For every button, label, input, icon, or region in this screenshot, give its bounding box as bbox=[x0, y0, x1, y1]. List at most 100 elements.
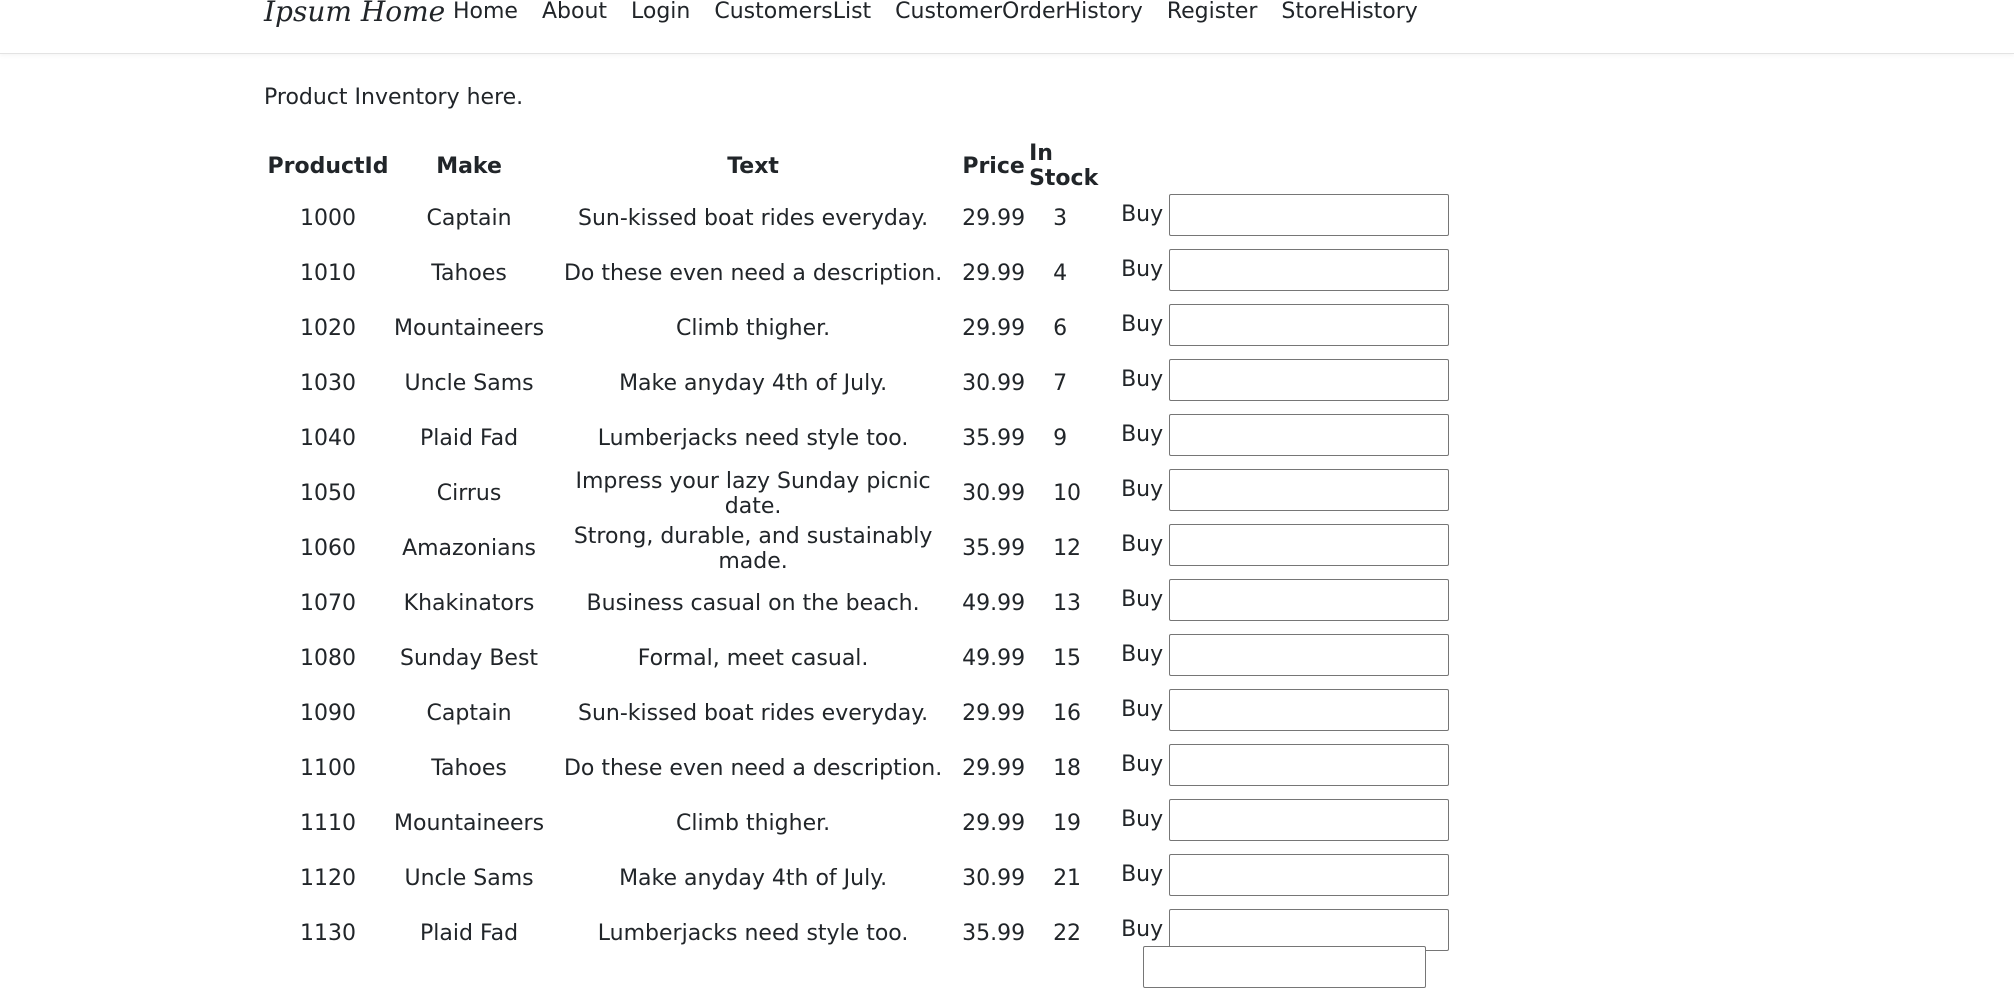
cell-text: Lumberjacks need style too. bbox=[597, 921, 909, 946]
cell-in-stock: 9 bbox=[1053, 426, 1068, 451]
nav-link-store-history[interactable]: StoreHistory bbox=[1269, 0, 1429, 28]
buy-quantity-input[interactable] bbox=[1169, 523, 1450, 566]
table-row: 1050 Cirrus Impress your lazy Sunday picni… bbox=[264, 466, 1451, 521]
cell-make: Mountaineers bbox=[394, 811, 545, 836]
buy-quantity-input[interactable] bbox=[1169, 908, 1450, 951]
cell-product-id: 1030 bbox=[300, 371, 356, 396]
cell-make: Plaid Fad bbox=[420, 426, 519, 451]
cell-buy: Buy bbox=[1119, 741, 1451, 796]
buy-quantity-input[interactable] bbox=[1169, 798, 1450, 841]
cell-in-stock: 21 bbox=[1053, 866, 1082, 891]
cell-make: Tahoes bbox=[431, 261, 507, 286]
cell-in-stock: 19 bbox=[1053, 811, 1082, 836]
cell-text: Lumberjacks need style too. bbox=[597, 426, 909, 451]
table-row: 1060 Amazonians Strong, durable, and susta… bbox=[264, 521, 1451, 576]
buy-label: Buy bbox=[1121, 587, 1164, 612]
cell-text: Sun-kissed boat rides everyday. bbox=[577, 206, 929, 231]
cell-price: 30.99 bbox=[962, 866, 1026, 891]
buy-label: Buy bbox=[1121, 367, 1164, 392]
table-row: 1100 Tahoes Do these even need a descripti… bbox=[264, 741, 1451, 796]
cell-make: Tahoes bbox=[431, 756, 507, 781]
cell-buy: Buy bbox=[1119, 631, 1451, 686]
cell-text: Do these even need a description. bbox=[563, 756, 943, 781]
cell-buy: Buy bbox=[1119, 191, 1451, 246]
cell-price: 49.99 bbox=[962, 591, 1026, 616]
buy-quantity-input[interactable] bbox=[1169, 578, 1450, 621]
nav-link-home[interactable]: Home bbox=[441, 0, 530, 28]
cell-in-stock: 7 bbox=[1053, 371, 1068, 396]
buy-quantity-input[interactable] bbox=[1169, 413, 1450, 456]
nav-link-customers-list[interactable]: CustomersList bbox=[702, 0, 883, 28]
column-header-price: Price bbox=[962, 153, 1025, 179]
buy-quantity-input[interactable] bbox=[1169, 248, 1450, 291]
buy-label: Buy bbox=[1121, 862, 1164, 887]
product-inventory-table: ProductId Make Text Price In Stock 1000 C… bbox=[264, 141, 1451, 961]
cell-product-id: 1000 bbox=[300, 206, 356, 231]
buy-quantity-input[interactable] bbox=[1169, 743, 1450, 786]
table-row: 1030 Uncle Sams Make anyday 4th of July. 30… bbox=[264, 356, 1451, 411]
nav-link-about[interactable]: About bbox=[530, 0, 619, 28]
cell-product-id: 1070 bbox=[300, 591, 356, 616]
cell-product-id: 1110 bbox=[300, 811, 356, 836]
table-row: 1020 Mountaineers Climb thigher. 29.99 6 Buy bbox=[264, 301, 1451, 356]
nav-link-login[interactable]: Login bbox=[619, 0, 702, 28]
brand-link[interactable]: Ipsum Home bbox=[264, 0, 445, 28]
cell-make: Cirrus bbox=[436, 481, 502, 506]
cell-price: 29.99 bbox=[962, 701, 1026, 726]
table-body: 1000 Captain Sun-kissed boat rides everyda… bbox=[264, 191, 1451, 961]
cell-in-stock: 15 bbox=[1053, 646, 1082, 671]
table-row: 1040 Plaid Fad Lumberjacks need style too.… bbox=[264, 411, 1451, 466]
nav-link-customer-order-history[interactable]: CustomerOrderHistory bbox=[883, 0, 1155, 28]
cell-buy: Buy bbox=[1119, 301, 1451, 356]
table-row: 1000 Captain Sun-kissed boat rides everyda… bbox=[264, 191, 1451, 246]
buy-label: Buy bbox=[1121, 477, 1164, 502]
buy-quantity-input[interactable] bbox=[1169, 303, 1450, 346]
buy-quantity-input[interactable] bbox=[1169, 468, 1450, 511]
cell-buy: Buy bbox=[1119, 851, 1451, 906]
top-navbar: Ipsum Home Home About Login CustomersLis… bbox=[0, 0, 2014, 54]
column-header-text: Text bbox=[727, 153, 779, 179]
cell-price: 30.99 bbox=[962, 371, 1026, 396]
cell-buy: Buy bbox=[1119, 521, 1451, 576]
cell-price: 29.99 bbox=[962, 756, 1026, 781]
cell-in-stock: 16 bbox=[1053, 701, 1082, 726]
buy-quantity-input[interactable] bbox=[1169, 633, 1450, 676]
cell-in-stock: 10 bbox=[1053, 481, 1082, 506]
cell-make: Amazonians bbox=[402, 536, 536, 561]
cell-buy: Buy bbox=[1119, 411, 1451, 466]
cell-text: Do these even need a description. bbox=[563, 261, 943, 286]
cell-price: 49.99 bbox=[962, 646, 1026, 671]
column-header-buy bbox=[1119, 141, 1451, 191]
cell-price: 29.99 bbox=[962, 206, 1026, 231]
buy-quantity-input[interactable] bbox=[1169, 688, 1450, 731]
buy-quantity-input[interactable] bbox=[1169, 193, 1450, 236]
buy-quantity-input[interactable] bbox=[1169, 853, 1450, 896]
cell-make: Mountaineers bbox=[394, 316, 545, 341]
cell-text: Formal, meet casual. bbox=[637, 646, 869, 671]
cell-product-id: 1010 bbox=[300, 261, 356, 286]
buy-label: Buy bbox=[1121, 697, 1164, 722]
nav-link-register[interactable]: Register bbox=[1155, 0, 1270, 28]
column-header-make: Make bbox=[436, 153, 502, 179]
cell-make: Plaid Fad bbox=[420, 921, 519, 946]
table-header-row: ProductId Make Text Price In Stock bbox=[264, 141, 1451, 191]
table-row: 1010 Tahoes Do these even need a descripti… bbox=[264, 246, 1451, 301]
cell-text: Business casual on the beach. bbox=[586, 591, 920, 616]
cell-text: Climb thigher. bbox=[676, 316, 831, 341]
cell-buy: Buy bbox=[1119, 686, 1451, 741]
buy-quantity-input[interactable] bbox=[1169, 358, 1450, 401]
cell-buy: Buy bbox=[1119, 246, 1451, 301]
main-nav: Home About Login CustomersList CustomerO… bbox=[441, 0, 1430, 28]
cell-in-stock: 4 bbox=[1053, 261, 1068, 286]
buy-label: Buy bbox=[1121, 917, 1164, 942]
cell-in-stock: 22 bbox=[1053, 921, 1082, 946]
cell-price: 35.99 bbox=[962, 536, 1026, 561]
cell-price: 29.99 bbox=[962, 316, 1026, 341]
cell-text: Strong, durable, and sustainably made. bbox=[573, 523, 933, 574]
buy-label: Buy bbox=[1121, 532, 1164, 557]
cell-price: 35.99 bbox=[962, 921, 1026, 946]
cell-product-id: 1060 bbox=[300, 536, 356, 561]
quantity-input-partial[interactable] bbox=[1143, 946, 1426, 988]
buy-label: Buy bbox=[1121, 422, 1164, 447]
buy-label: Buy bbox=[1121, 752, 1164, 777]
